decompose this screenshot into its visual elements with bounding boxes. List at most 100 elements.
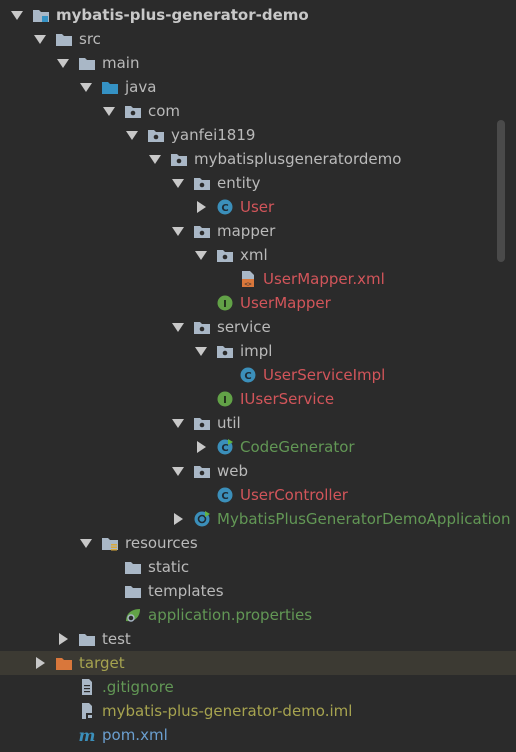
tree-item-mapper[interactable]: mapper [0, 219, 516, 243]
tree-item-pom[interactable]: m pom.xml [0, 723, 516, 747]
tree-item-mybatisplusgeneratordemo[interactable]: mybatisplusgeneratordemo [0, 147, 516, 171]
tree-item-test[interactable]: test [0, 627, 516, 651]
chevron-right-icon[interactable] [171, 507, 185, 531]
tree-item-usermapper-xml[interactable]: <> UserMapper.xml [0, 267, 516, 291]
chevron-down-icon[interactable] [171, 171, 185, 195]
tree-item-label: main [102, 54, 140, 72]
tree-item-templates[interactable]: templates [0, 579, 516, 603]
tree-item-label: application.properties [148, 606, 313, 624]
tree-item-label: target [79, 654, 125, 672]
tree-item-label: entity [217, 174, 261, 192]
tree-item-util[interactable]: util [0, 411, 516, 435]
tree-item-target[interactable]: target [0, 651, 516, 675]
svg-text:<>: <> [244, 281, 252, 287]
tree-item-label: util [217, 414, 241, 432]
package-icon [193, 319, 211, 335]
package-icon [124, 103, 142, 119]
spring-boot-class-icon [193, 511, 211, 527]
chevron-right-icon[interactable] [194, 435, 208, 459]
class-icon: C [216, 487, 234, 503]
tree-item-label: mybatis-plus-generator-demo.iml [102, 702, 353, 720]
iml-file-icon [78, 703, 96, 719]
tree-item-project-root[interactable]: mybatis-plus-generator-demo [0, 3, 516, 27]
class-icon: C [239, 367, 257, 383]
package-icon [170, 151, 188, 167]
chevron-down-icon[interactable] [171, 219, 185, 243]
chevron-down-icon[interactable] [171, 459, 185, 483]
tree-item-label: UserController [240, 486, 348, 504]
folder-icon [78, 631, 96, 647]
tree-item-iml[interactable]: mybatis-plus-generator-demo.iml [0, 699, 516, 723]
tree-item-label: test [102, 630, 131, 648]
tree-item-usermapper[interactable]: I UserMapper [0, 291, 516, 315]
tree-item-label: impl [240, 342, 273, 360]
tree-item-com[interactable]: com [0, 99, 516, 123]
chevron-down-icon[interactable] [79, 531, 93, 555]
spring-properties-icon [124, 607, 142, 623]
tree-item-label: mybatis-plus-generator-demo [56, 6, 309, 24]
tree-item-web[interactable]: web [0, 459, 516, 483]
chevron-down-icon[interactable] [194, 243, 208, 267]
chevron-down-icon[interactable] [33, 27, 47, 51]
chevron-down-icon[interactable] [10, 3, 24, 27]
chevron-down-icon[interactable] [102, 99, 116, 123]
tree-item-main[interactable]: main [0, 51, 516, 75]
tree-item-label: UserMapper.xml [263, 270, 385, 288]
tree-item-yanfei1819[interactable]: yanfei1819 [0, 123, 516, 147]
package-icon [193, 175, 211, 191]
tree-item-codegenerator[interactable]: C CodeGenerator [0, 435, 516, 459]
interface-icon: I [216, 295, 234, 311]
maven-icon: m [78, 727, 96, 743]
tree-item-service[interactable]: service [0, 315, 516, 339]
tree-item-label: mybatisplusgeneratordemo [194, 150, 402, 168]
tree-item-gitignore[interactable]: .gitignore [0, 675, 516, 699]
text-file-icon [78, 679, 96, 695]
source-folder-icon [101, 79, 119, 95]
chevron-down-icon[interactable] [125, 123, 139, 147]
folder-icon [124, 559, 142, 575]
package-icon [193, 463, 211, 479]
tree-item-label: service [217, 318, 271, 336]
chevron-down-icon[interactable] [194, 339, 208, 363]
tree-item-label: static [148, 558, 190, 576]
tree-item-application-class[interactable]: MybatisPlusGeneratorDemoApplication [0, 507, 516, 531]
tree-item-label: MybatisPlusGeneratorDemoApplication [217, 510, 511, 528]
tree-item-xml[interactable]: xml [0, 243, 516, 267]
svg-text:C: C [221, 443, 228, 454]
tree-item-label: xml [240, 246, 268, 264]
tree-item-userserviceimpl[interactable]: C UserServiceImpl [0, 363, 516, 387]
tree-item-src[interactable]: src [0, 27, 516, 51]
runnable-class-icon: C [216, 439, 234, 455]
tree-item-static[interactable]: static [0, 555, 516, 579]
chevron-right-icon[interactable] [56, 627, 70, 651]
tree-item-iuserservice[interactable]: I IUserService [0, 387, 516, 411]
chevron-down-icon[interactable] [148, 147, 162, 171]
tree-item-application-properties[interactable]: application.properties [0, 603, 516, 627]
chevron-down-icon[interactable] [171, 315, 185, 339]
tree-item-resources[interactable]: resources [0, 531, 516, 555]
chevron-right-icon[interactable] [194, 195, 208, 219]
interface-icon: I [216, 391, 234, 407]
svg-text:m: m [79, 727, 96, 743]
tree-item-label: templates [148, 582, 224, 600]
tree-item-entity[interactable]: entity [0, 171, 516, 195]
package-icon [193, 223, 211, 239]
chevron-down-icon[interactable] [56, 51, 70, 75]
tree-item-label: .gitignore [102, 678, 174, 696]
tree-item-usercontroller[interactable]: C UserController [0, 483, 516, 507]
chevron-right-icon[interactable] [33, 651, 47, 675]
vertical-scrollbar[interactable] [497, 120, 505, 262]
tree-item-java[interactable]: java [0, 75, 516, 99]
project-tree[interactable]: mybatis-plus-generator-demo src main java co… [0, 3, 516, 747]
tree-item-user[interactable]: C User [0, 195, 516, 219]
tree-item-label: UserMapper [240, 294, 331, 312]
chevron-down-icon[interactable] [79, 75, 93, 99]
tree-item-label: UserServiceImpl [263, 366, 386, 384]
package-icon [216, 343, 234, 359]
svg-text:C: C [244, 371, 251, 382]
chevron-down-icon[interactable] [171, 411, 185, 435]
xml-file-icon: <> [239, 271, 257, 287]
svg-text:C: C [221, 203, 228, 214]
tree-item-impl[interactable]: impl [0, 339, 516, 363]
excluded-folder-icon [55, 655, 73, 671]
